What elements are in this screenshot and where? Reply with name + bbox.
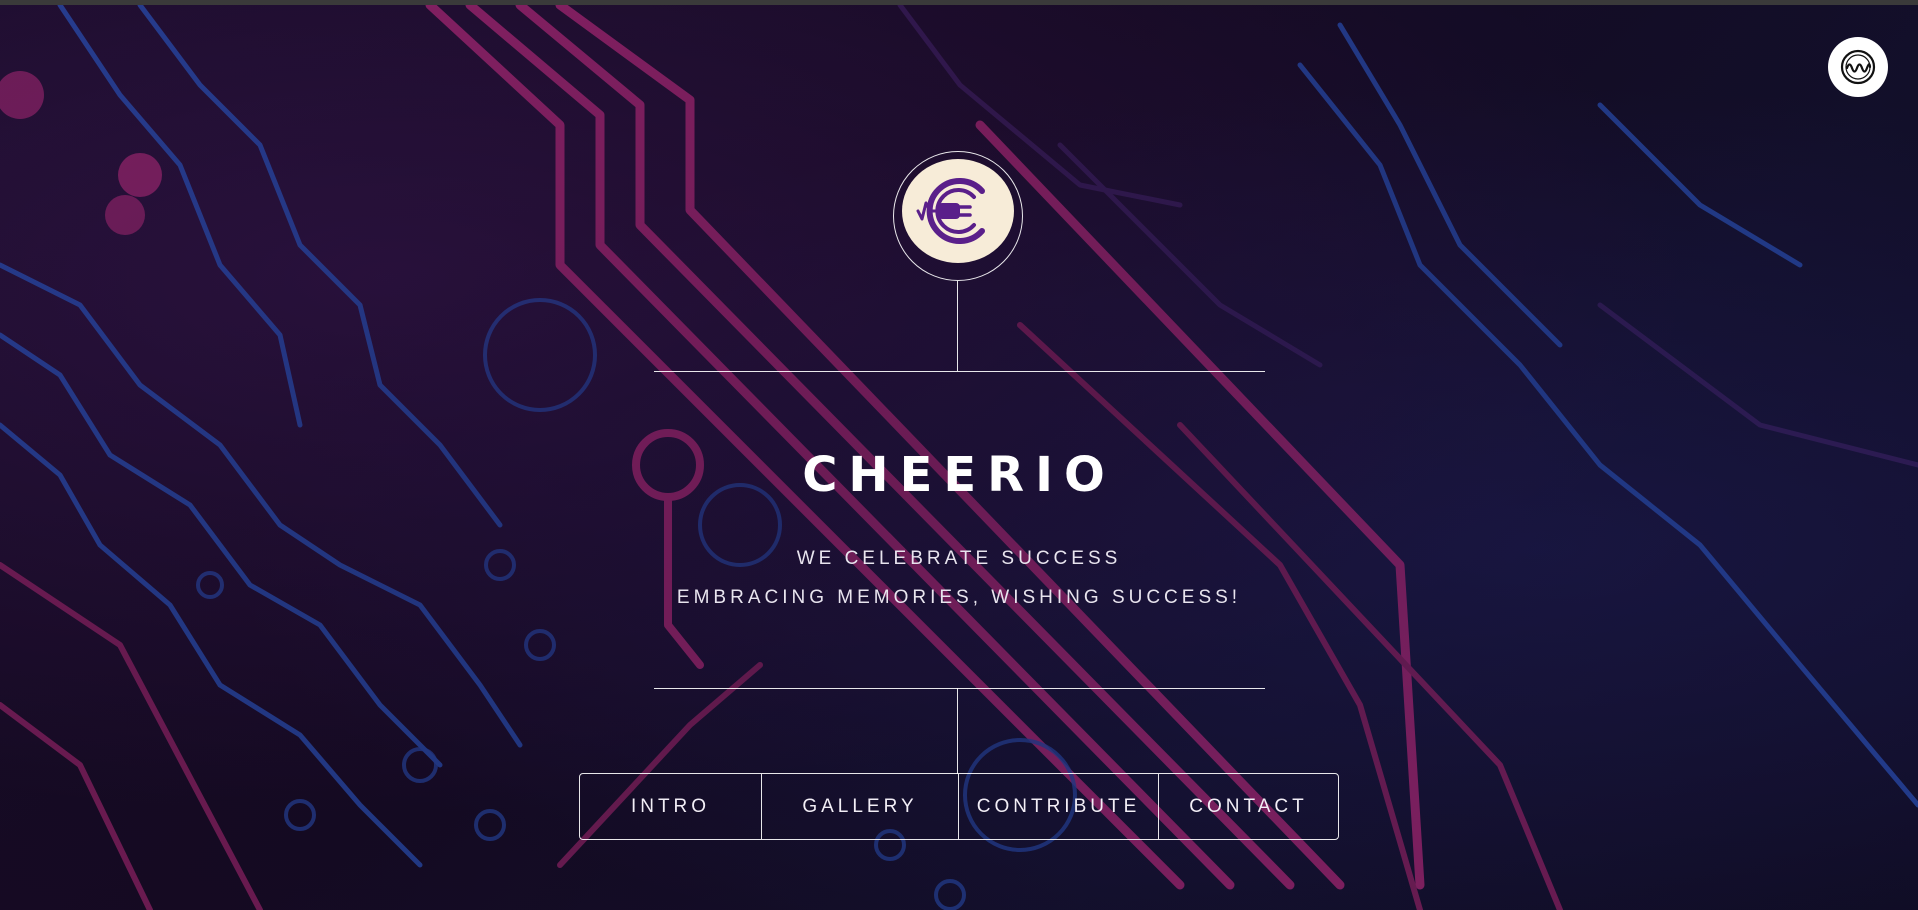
plug-euro-icon xyxy=(916,178,985,244)
divider-top xyxy=(654,371,1265,372)
main-navigation: INTRO GALLERY CONTRIBUTE CONTACT xyxy=(579,773,1339,840)
hero: CHEERIO WE CELEBRATE SUCCESS EMBRACING M… xyxy=(0,5,1918,910)
page: CHEERIO WE CELEBRATE SUCCESS EMBRACING M… xyxy=(0,0,1918,910)
nav-gallery[interactable]: GALLERY xyxy=(761,774,958,839)
nav-contribute[interactable]: CONTRIBUTE xyxy=(958,774,1158,839)
site-title: CHEERIO xyxy=(802,447,1116,503)
connector-line-top xyxy=(957,281,958,371)
logo-ring xyxy=(893,151,1023,281)
divider-bottom xyxy=(654,688,1265,689)
tagline-secondary: EMBRACING MEMORIES, WISHING SUCCESS! xyxy=(676,587,1242,608)
tagline-primary: WE CELEBRATE SUCCESS xyxy=(796,548,1122,569)
connector-line-bottom xyxy=(957,688,958,774)
nav-contact[interactable]: CONTACT xyxy=(1158,774,1338,839)
nav-intro[interactable]: INTRO xyxy=(580,774,761,839)
logo[interactable] xyxy=(902,159,1014,263)
